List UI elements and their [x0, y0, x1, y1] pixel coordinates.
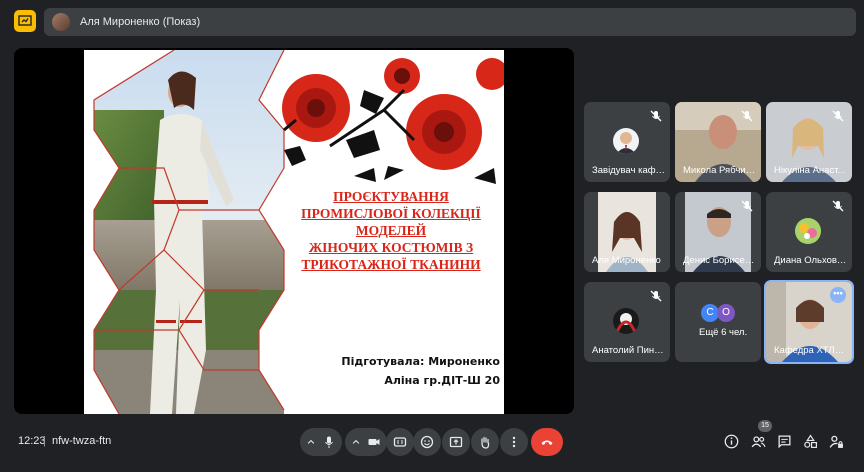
avatar: [795, 218, 821, 244]
participant-name: Диана Ольховс...: [774, 255, 848, 266]
camera-icon[interactable]: [367, 435, 381, 449]
people-icon[interactable]: [751, 434, 766, 449]
slide-title: ПРОЄКТУВАННЯ ПРОМИСЛОВОЇ КОЛЕКЦІЇ МОДЕЛЕ…: [301, 189, 481, 272]
microphone-control[interactable]: [300, 428, 342, 456]
present-button[interactable]: [442, 428, 470, 456]
chevron-up-icon[interactable]: [306, 437, 316, 447]
phone-hangup-icon[interactable]: [540, 435, 554, 449]
mic-off-icon: [650, 290, 662, 302]
presenter-label: Аля Мироненко (Показ): [80, 16, 201, 28]
clock: 12:23: [18, 435, 46, 447]
bottom-bar: 12:23 | nfw-twza-ftn: [0, 422, 864, 462]
rose-ornament: [282, 58, 504, 184]
emoji-icon[interactable]: [420, 435, 434, 449]
more-options-button[interactable]: [500, 428, 528, 456]
participant-name: Кафедра ХТЛЛ...: [774, 345, 848, 356]
activities-button[interactable]: [801, 432, 819, 450]
present-screen-icon[interactable]: [449, 435, 463, 449]
participant-name: Нікуліна Анаст...: [774, 165, 846, 176]
participant-name: Завідувач кафе...: [592, 165, 666, 176]
hand-icon[interactable]: [478, 435, 492, 449]
participant-tile[interactable]: Диана Ольховс...: [766, 192, 852, 272]
participant-tile[interactable]: Нікуліна Анаст...: [766, 102, 852, 182]
presenter-avatar: [52, 13, 70, 31]
raise-hand-button[interactable]: [471, 428, 499, 456]
avatar: [613, 128, 639, 154]
info-button[interactable]: [722, 432, 740, 450]
mic-off-icon: [741, 200, 753, 212]
lock-person-icon[interactable]: [829, 434, 844, 449]
top-bar: Аля Мироненко (Показ): [6, 6, 858, 40]
participant-count-badge: 15: [758, 420, 772, 432]
more-options-icon[interactable]: •••: [830, 287, 846, 303]
presentation-icon[interactable]: [14, 10, 36, 32]
presenter-chip[interactable]: Аля Мироненко (Показ): [44, 8, 856, 36]
mic-off-icon: [650, 110, 662, 122]
separator: |: [43, 435, 46, 447]
participant-name: Денис Борисен...: [683, 255, 757, 266]
participant-name: Анатолий Пинс...: [592, 345, 666, 356]
participant-tile[interactable]: Микола Рябчик...: [675, 102, 761, 182]
info-icon[interactable]: [724, 434, 739, 449]
others-label: Ещё 6 чел.: [699, 327, 748, 338]
camera-control[interactable]: [345, 428, 387, 456]
mic-off-icon: [832, 200, 844, 212]
participant-tile[interactable]: ••• Кафедра ХТЛЛ...: [764, 280, 854, 364]
host-controls-button[interactable]: [827, 432, 845, 450]
participant-name: Микола Рябчик...: [683, 165, 757, 176]
presentation-slide: ПРОЄКТУВАННЯ ПРОМИСЛОВОЇ КОЛЕКЦІЇ МОДЕЛЕ…: [84, 50, 504, 414]
captions-button[interactable]: [386, 428, 414, 456]
people-button[interactable]: [749, 432, 767, 450]
participant-tile[interactable]: Денис Борисен...: [675, 192, 761, 272]
avatar: О: [717, 304, 735, 322]
others-tile[interactable]: С О Ещё 6 чел.: [675, 282, 761, 362]
shapes-icon[interactable]: [803, 434, 818, 449]
mic-off-icon: [741, 110, 753, 122]
captions-icon[interactable]: [393, 435, 407, 449]
reactions-button[interactable]: [413, 428, 441, 456]
chat-button[interactable]: [775, 432, 793, 450]
slide-author: Підготувала: Мироненко Аліна гр.ДІТ-Ш 20: [341, 355, 500, 387]
participant-name: Аля Мироненко: [592, 255, 661, 266]
meeting-code: nfw-twza-ftn: [52, 435, 112, 447]
shared-screen[interactable]: ПРОЄКТУВАННЯ ПРОМИСЛОВОЇ КОЛЕКЦІЇ МОДЕЛЕ…: [14, 48, 574, 414]
participant-tile[interactable]: Аля Мироненко: [584, 192, 670, 272]
participant-tile[interactable]: Завідувач кафе...: [584, 102, 670, 182]
mic-icon[interactable]: [322, 435, 336, 449]
chat-icon[interactable]: [777, 434, 792, 449]
participant-tile[interactable]: Анатолий Пинс...: [584, 282, 670, 362]
chevron-up-icon[interactable]: [351, 437, 361, 447]
avatar: [613, 308, 639, 334]
leave-call-button[interactable]: [531, 428, 563, 456]
more-vert-icon[interactable]: [507, 435, 521, 449]
mic-off-icon: [832, 110, 844, 122]
